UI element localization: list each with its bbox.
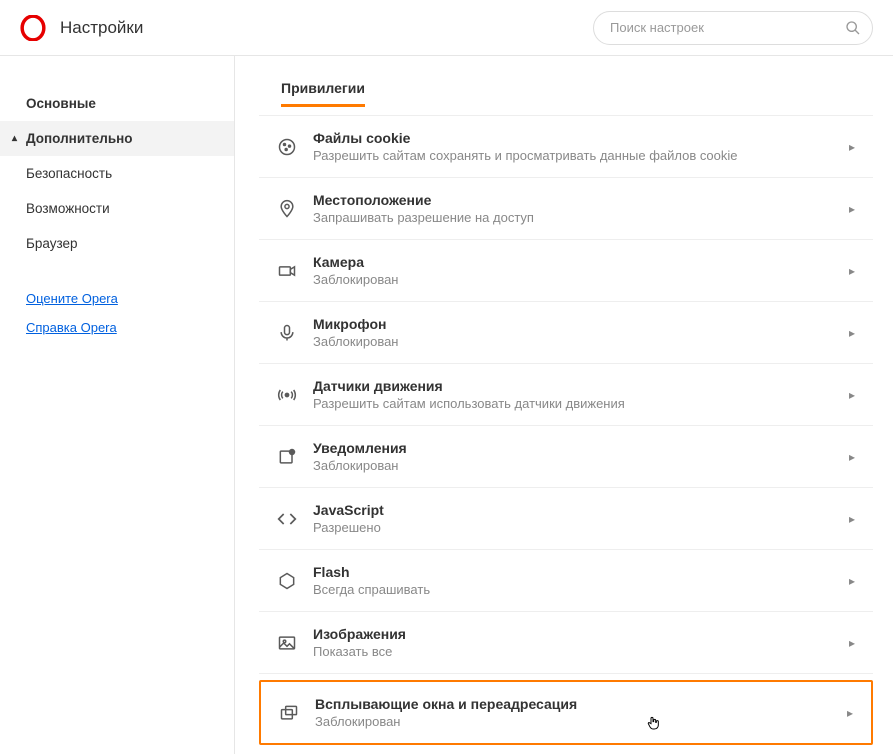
row-sub: Заблокирован [313,334,849,349]
motion-sensor-icon [269,385,305,405]
row-title: JavaScript [313,502,849,518]
search-icon [845,20,861,36]
row-flash[interactable]: Flash Всегда спрашивать ▸ [259,550,873,612]
row-microphone[interactable]: Микрофон Заблокирован ▸ [259,302,873,364]
page-title: Настройки [60,18,593,38]
sidebar: Основные ▴ Дополнительно Безопасность Во… [0,56,235,754]
code-icon [269,509,305,529]
chevron-right-icon: ▸ [849,450,859,464]
caret-up-icon: ▴ [12,133,22,144]
row-sub: Всегда спрашивать [313,582,849,597]
row-sub: Заблокирован [313,458,849,473]
chevron-right-icon: ▸ [849,388,859,402]
search-input[interactable] [593,11,873,45]
row-cookies[interactable]: Файлы cookie Разрешить сайтам сохранять … [259,116,873,178]
row-sub: Заблокирован [315,714,847,729]
row-title: Микрофон [313,316,849,332]
row-sub: Показать все [313,644,849,659]
chevron-right-icon: ▸ [849,140,859,154]
row-sub: Заблокирован [313,272,849,287]
chevron-right-icon: ▸ [849,636,859,650]
privileges-list: Файлы cookie Разрешить сайтам сохранять … [259,115,873,745]
opera-logo-icon [20,15,46,41]
image-icon [269,633,305,653]
row-title: Местоположение [313,192,849,208]
row-title: Изображения [313,626,849,642]
link-rate-opera[interactable]: Оцените Opera [26,291,234,306]
link-help-opera[interactable]: Справка Opera [26,320,234,335]
row-notifications[interactable]: Уведомления Заблокирован ▸ [259,426,873,488]
chevron-right-icon: ▸ [849,264,859,278]
chevron-right-icon: ▸ [847,706,857,720]
chevron-right-icon: ▸ [849,574,859,588]
row-title: Датчики движения [313,378,849,394]
row-title: Камера [313,254,849,270]
flash-icon [269,571,305,591]
row-title: Всплывающие окна и переадресация [315,696,847,712]
sidebar-item-basic[interactable]: Основные [0,86,234,121]
microphone-icon [269,323,305,343]
sidebar-item-label: Безопасность [26,166,112,181]
search-container [593,11,873,45]
sidebar-item-label: Основные [26,96,96,111]
chevron-right-icon: ▸ [849,326,859,340]
popup-icon [271,703,307,723]
header: Настройки [0,0,893,56]
sidebar-item-label: Браузер [26,236,78,251]
row-title: Файлы cookie [313,130,849,146]
row-motion-sensors[interactable]: Датчики движения Разрешить сайтам исполь… [259,364,873,426]
row-title: Flash [313,564,849,580]
row-sub: Разрешить сайтам сохранять и просматрива… [313,148,849,163]
row-camera[interactable]: Камера Заблокирован ▸ [259,240,873,302]
sidebar-item-label: Возможности [26,201,110,216]
row-sub: Разрешить сайтам использовать датчики дв… [313,396,849,411]
content: Привилегии Файлы cookie Разрешить сайтам… [235,56,893,754]
row-title: Уведомления [313,440,849,456]
row-images[interactable]: Изображения Показать все ▸ [259,612,873,674]
camera-icon [269,261,305,281]
sidebar-item-features[interactable]: Возможности [0,191,234,226]
row-sub: Запрашивать разрешение на доступ [313,210,849,225]
location-icon [269,199,305,219]
row-popups[interactable]: Всплывающие окна и переадресация Заблоки… [259,680,873,745]
row-javascript[interactable]: JavaScript Разрешено ▸ [259,488,873,550]
sidebar-item-security[interactable]: Безопасность [0,156,234,191]
cookie-icon [269,137,305,157]
sidebar-item-label: Дополнительно [26,131,133,146]
chevron-right-icon: ▸ [849,202,859,216]
sidebar-item-advanced[interactable]: ▴ Дополнительно [0,121,234,156]
chevron-right-icon: ▸ [849,512,859,526]
section-title: Привилегии [281,80,365,107]
row-sub: Разрешено [313,520,849,535]
row-location[interactable]: Местоположение Запрашивать разрешение на… [259,178,873,240]
sidebar-item-browser[interactable]: Браузер [0,226,234,261]
notification-icon [269,447,305,467]
